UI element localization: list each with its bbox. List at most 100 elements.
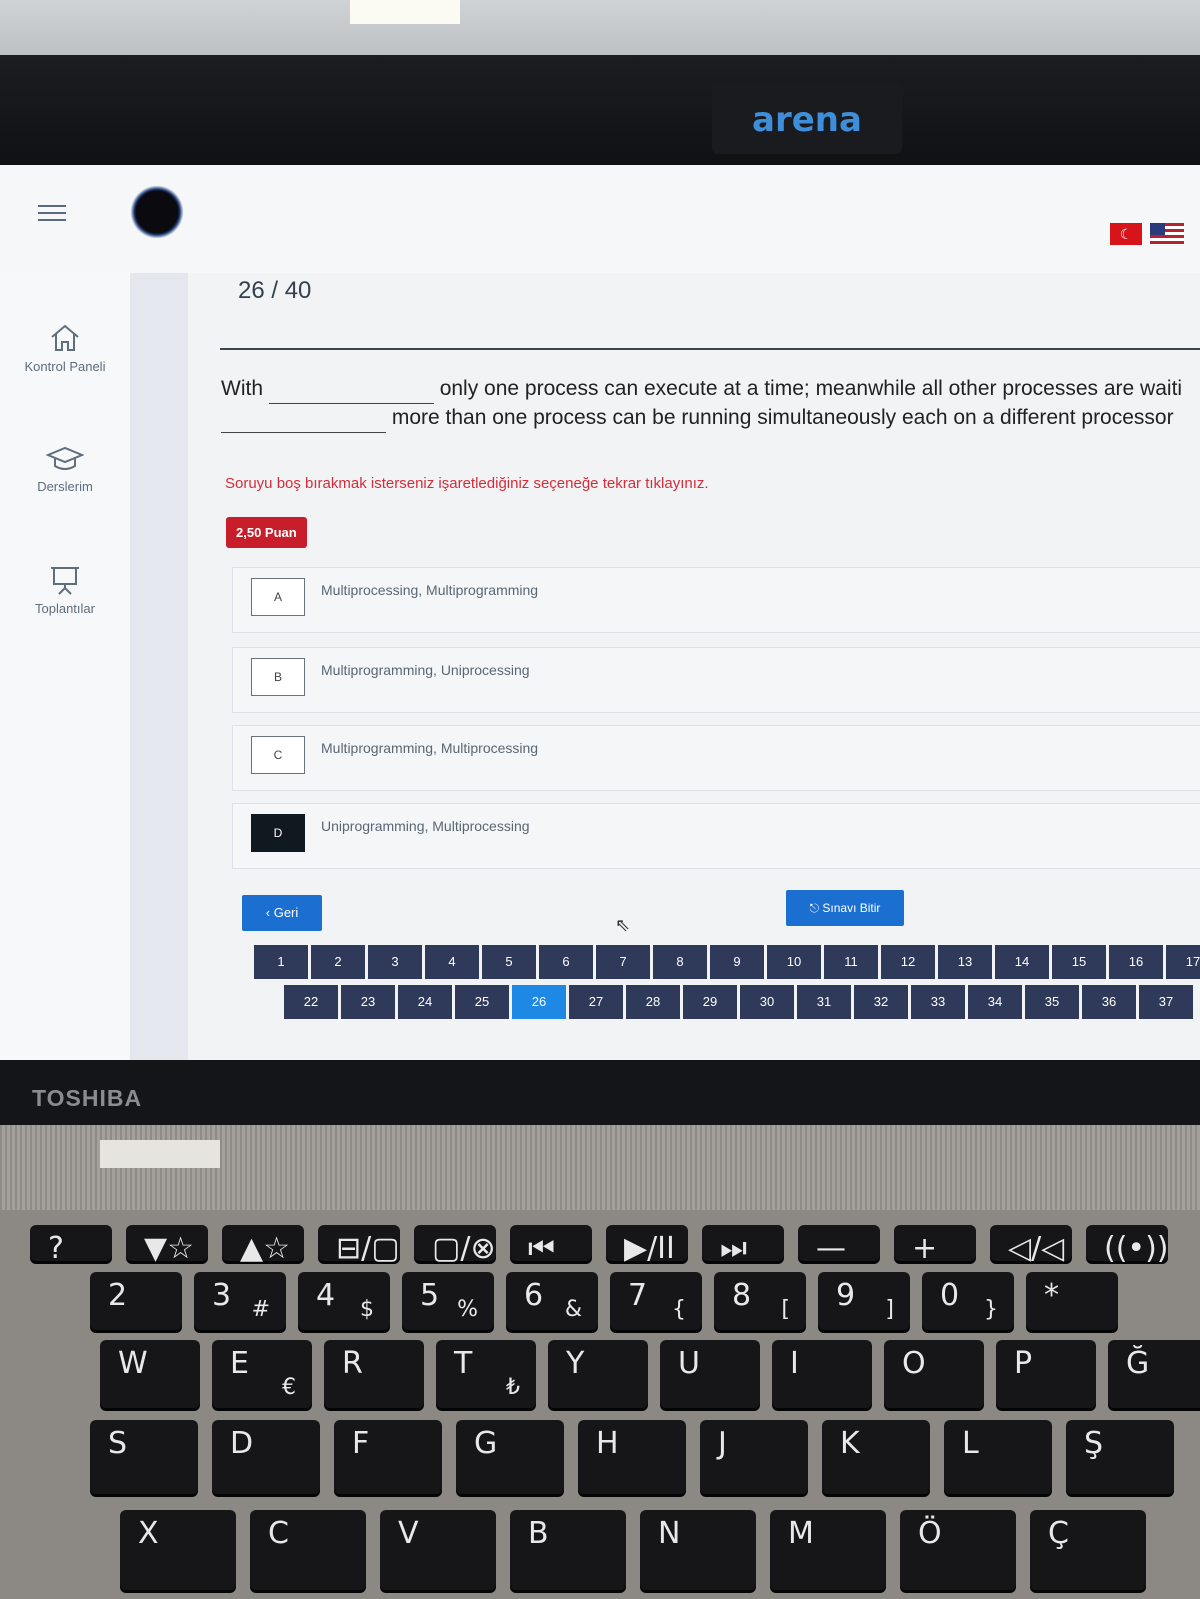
keyboard-key[interactable]: 4 $ xyxy=(298,1272,390,1330)
keyboard-key[interactable]: G xyxy=(456,1420,564,1494)
question-nav-button[interactable]: 33 xyxy=(911,985,965,1019)
back-button[interactable]: ‹ Geri xyxy=(242,895,322,931)
keyboard-key[interactable]: ▼☆ xyxy=(126,1225,208,1266)
question-nav-button[interactable]: 17 xyxy=(1166,945,1200,979)
question-nav-button[interactable]: 29 xyxy=(683,985,737,1019)
keyboard-key[interactable]: 0} xyxy=(922,1272,1014,1330)
question-nav-button[interactable]: 32 xyxy=(854,985,908,1019)
sidebar-item-toplantilar[interactable]: Toplantılar xyxy=(0,565,130,616)
option-letter[interactable]: A xyxy=(251,578,305,616)
keyboard-key[interactable]: W xyxy=(100,1340,200,1408)
question-nav-button[interactable]: 15 xyxy=(1052,945,1106,979)
keyboard-key[interactable]: * xyxy=(1026,1272,1118,1330)
keyboard-key[interactable]: E € xyxy=(212,1340,312,1408)
option-text[interactable]: Multiprogramming, Multiprocessing xyxy=(321,740,538,756)
question-nav-button[interactable]: 7 xyxy=(596,945,650,979)
option-letter[interactable]: C xyxy=(251,736,305,774)
keyboard-key[interactable]: K xyxy=(822,1420,930,1494)
keyboard-key[interactable]: D xyxy=(212,1420,320,1494)
question-nav-button[interactable]: 34 xyxy=(968,985,1022,1019)
option-a[interactable]: A Multiprocessing, Multiprogramming xyxy=(232,567,1200,633)
keyboard-key[interactable]: 8[ xyxy=(714,1272,806,1330)
keyboard-key[interactable]: Ö xyxy=(900,1510,1016,1590)
keyboard-key[interactable]: O xyxy=(884,1340,984,1408)
keyboard-key[interactable]: C xyxy=(250,1510,366,1590)
option-text[interactable]: Multiprogramming, Uniprocessing xyxy=(321,662,530,678)
turkish-flag-icon[interactable]: ☾ xyxy=(1110,223,1142,245)
keyboard-key[interactable]: 5% xyxy=(402,1272,494,1330)
keyboard-key[interactable]: ◁/◁ xyxy=(990,1225,1072,1266)
keyboard-key[interactable]: 9] xyxy=(818,1272,910,1330)
question-nav-button[interactable]: 22 xyxy=(284,985,338,1019)
keyboard-key[interactable]: Ç xyxy=(1030,1510,1146,1590)
keyboard-key[interactable]: Ş xyxy=(1066,1420,1174,1494)
question-nav-button[interactable]: 9 xyxy=(710,945,764,979)
finish-exam-button[interactable]: ⎋ Sınavı Bitir xyxy=(786,890,904,926)
option-text[interactable]: Uniprogramming, Multiprocessing xyxy=(321,818,530,834)
question-nav-button[interactable]: 4 xyxy=(425,945,479,979)
keyboard-key[interactable]: ((•)) xyxy=(1086,1225,1169,1266)
keyboard-key[interactable]: L xyxy=(944,1420,1052,1494)
keyboard-key[interactable]: 6 & xyxy=(506,1272,598,1330)
question-nav-button[interactable]: 1 xyxy=(254,945,308,979)
keyboard-key[interactable]: ⊟/▢ xyxy=(318,1225,400,1266)
sidebar-item-kontrol-paneli[interactable]: Kontrol Paneli xyxy=(0,323,130,374)
question-nav-button[interactable]: 16 xyxy=(1109,945,1163,979)
question-nav-button[interactable]: 10 xyxy=(767,945,821,979)
keyboard-key[interactable]: S xyxy=(90,1420,198,1494)
option-d[interactable]: D Uniprogramming, Multiprocessing xyxy=(232,803,1200,869)
option-letter[interactable]: B xyxy=(251,658,305,696)
menu-icon[interactable] xyxy=(38,205,66,223)
question-nav-button[interactable]: 30 xyxy=(740,985,794,1019)
keyboard-key[interactable]: B xyxy=(510,1510,626,1590)
keyboard-key[interactable]: U xyxy=(660,1340,760,1408)
keyboard-key[interactable]: ▶/II xyxy=(606,1225,688,1266)
question-nav-button[interactable]: 28 xyxy=(626,985,680,1019)
keyboard-key[interactable]: — xyxy=(798,1225,880,1266)
question-nav-button[interactable]: 8 xyxy=(653,945,707,979)
us-flag-icon[interactable] xyxy=(1150,223,1184,245)
keyboard-key[interactable]: T ₺ xyxy=(436,1340,536,1408)
option-letter[interactable]: D xyxy=(251,814,305,852)
keyboard-key[interactable]: ▲☆ xyxy=(222,1225,304,1266)
option-text[interactable]: Multiprocessing, Multiprogramming xyxy=(321,582,538,598)
question-nav-button[interactable]: 6 xyxy=(539,945,593,979)
option-b[interactable]: B Multiprogramming, Uniprocessing xyxy=(232,647,1200,713)
keyboard-key[interactable]: V xyxy=(380,1510,496,1590)
keyboard-key[interactable]: P xyxy=(996,1340,1096,1408)
keyboard-key[interactable]: X xyxy=(120,1510,236,1590)
keyboard-key[interactable]: ⏮ xyxy=(510,1225,592,1266)
keyboard-key[interactable]: ⏭ xyxy=(702,1225,784,1266)
keyboard-key[interactable]: J xyxy=(700,1420,808,1494)
keyboard-key[interactable]: ▢/⊗ xyxy=(414,1225,496,1266)
keyboard-key[interactable]: F xyxy=(334,1420,442,1494)
question-nav-button[interactable]: 23 xyxy=(341,985,395,1019)
question-nav-button[interactable]: 26 xyxy=(512,985,566,1019)
question-nav-button[interactable]: 3 xyxy=(368,945,422,979)
sidebar-item-derslerim[interactable]: Derslerim xyxy=(0,445,130,494)
question-nav-button[interactable]: 12 xyxy=(881,945,935,979)
keyboard-key[interactable]: 3 # xyxy=(194,1272,286,1330)
question-nav-button[interactable]: 11 xyxy=(824,945,878,979)
question-nav-button[interactable]: 5 xyxy=(482,945,536,979)
question-nav-button[interactable]: 14 xyxy=(995,945,1049,979)
keyboard-key[interactable]: + xyxy=(894,1225,976,1266)
keyboard-key[interactable]: ? xyxy=(30,1225,112,1266)
keyboard-key[interactable]: I xyxy=(772,1340,872,1408)
question-nav-button[interactable]: 13 xyxy=(938,945,992,979)
question-nav-button[interactable]: 36 xyxy=(1082,985,1136,1019)
question-nav-button[interactable]: 35 xyxy=(1025,985,1079,1019)
keyboard-key[interactable]: Ğ xyxy=(1108,1340,1200,1408)
question-nav-button[interactable]: 31 xyxy=(797,985,851,1019)
keyboard-key[interactable]: H xyxy=(578,1420,686,1494)
keyboard-key[interactable]: 2 xyxy=(90,1272,182,1330)
question-nav-button[interactable]: 2 xyxy=(311,945,365,979)
option-c[interactable]: C Multiprogramming, Multiprocessing xyxy=(232,725,1200,791)
keyboard-key[interactable]: N xyxy=(640,1510,756,1590)
keyboard-key[interactable]: R xyxy=(324,1340,424,1408)
keyboard-key[interactable]: 7{ xyxy=(610,1272,702,1330)
question-nav-button[interactable]: 27 xyxy=(569,985,623,1019)
keyboard-key[interactable]: Y xyxy=(548,1340,648,1408)
question-nav-button[interactable]: 24 xyxy=(398,985,452,1019)
question-nav-button[interactable]: 25 xyxy=(455,985,509,1019)
